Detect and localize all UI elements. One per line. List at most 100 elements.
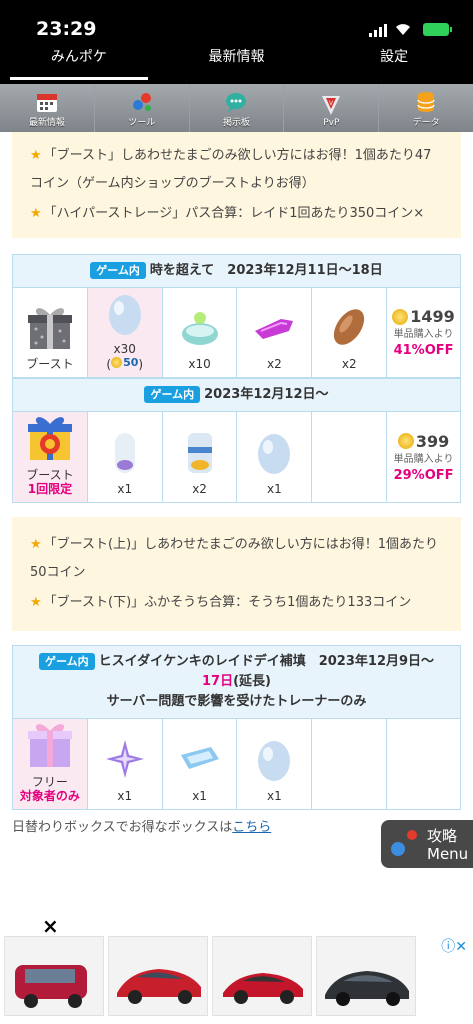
box-header: ゲーム内 2023年12月12日〜 — [13, 378, 460, 412]
in-game-badge: ゲーム内 — [144, 386, 201, 403]
menu-tools[interactable]: ツール — [95, 84, 190, 132]
menu-label: 最新情報 — [28, 118, 65, 128]
ad-car-image[interactable] — [4, 936, 104, 1016]
coin-icon — [397, 433, 414, 449]
box-price: 1499 — [392, 307, 455, 326]
box-header: ゲーム内 ヒスイダイケンキのレイドデイ補填 2023年12月9日〜 17日(延長)… — [13, 646, 460, 719]
tab-settings[interactable]: 設定 — [315, 40, 473, 84]
star-piece-icon — [255, 319, 294, 339]
item-qty: x1 — [267, 482, 282, 496]
price-note: 単品購入より — [393, 453, 454, 465]
box-cell: フリー 対象者のみ — [13, 719, 88, 809]
coin-icon — [392, 308, 409, 325]
item-qty: x2 — [267, 357, 282, 371]
note-line: ★ 「ハイパーストレージ」パス合算：レイド1回あたり350コイン× — [30, 206, 425, 221]
incubator-icon — [114, 433, 135, 473]
here-link[interactable]: こちら — [232, 820, 271, 835]
tab-latest-info[interactable]: 最新情報 — [158, 40, 316, 84]
box-table: ゲーム内 時を超えて 2023年12月11日〜18日 ブースト x30 (50) … — [12, 254, 461, 503]
menu-label: データ — [412, 118, 440, 128]
pvp-shield-icon: V — [322, 96, 341, 115]
item-cell: x10 — [163, 288, 238, 377]
gift-box-icon — [27, 417, 72, 460]
menu-line-2: Menu — [427, 845, 469, 863]
price-cell: 399 単品購入より 29%OFF — [387, 412, 460, 502]
ad-car-image[interactable] — [108, 936, 208, 1016]
info-note: ★ 「ブースト」しあわせたまごのみ欲しい方にはお得！1個あたり47コイン（ゲーム内… — [12, 132, 461, 238]
ad-car-image[interactable] — [212, 936, 312, 1016]
remote-raid-pass-icon — [180, 747, 219, 769]
menu-label: 掲示板 — [222, 118, 250, 128]
tab-minpoke[interactable]: みんポケ — [0, 40, 158, 84]
item-cell: x2 — [237, 288, 313, 377]
clock: 23:29 — [36, 18, 97, 40]
menu-label: PvP — [323, 118, 340, 128]
item-qty: x1 — [117, 789, 133, 803]
box-subtitle: サーバー問題で影響を受けたトレーナーのみ — [106, 694, 367, 709]
star-icon: ★ — [30, 595, 42, 610]
lucky-egg-icon — [108, 294, 141, 335]
item-unit-price: (50) — [106, 355, 144, 372]
ad-banner[interactable]: × ⓘ✕ — [0, 914, 473, 1024]
menu-latest-info[interactable]: 最新情報 — [0, 84, 95, 132]
incense-icon — [181, 312, 218, 345]
ad-info-icon[interactable]: ⓘ✕ — [441, 936, 467, 956]
box-price: 399 — [397, 432, 449, 451]
discount-label: 41%OFF — [393, 343, 454, 358]
item-cell: x2 — [163, 412, 238, 502]
menu-pvp[interactable]: V PvP — [284, 84, 380, 132]
menu-board[interactable]: 掲示板 — [190, 84, 285, 132]
in-game-badge: ゲーム内 — [38, 653, 95, 670]
item-qty: x10 — [188, 357, 211, 371]
star-piece-icon — [105, 740, 144, 778]
super-incubator-icon — [187, 433, 212, 473]
item-cell-empty — [312, 412, 388, 502]
tools-icon — [132, 93, 151, 111]
item-qty: x1 — [192, 789, 207, 803]
item-qty: x2 — [192, 482, 207, 496]
gift-box-icon — [27, 724, 72, 767]
top-nav: みんポケ 最新情報 設定 — [0, 40, 473, 84]
menu-data[interactable]: データ — [379, 84, 473, 132]
menu-bubble-icon — [391, 842, 405, 856]
ad-car-image[interactable] — [316, 936, 416, 1016]
strategy-menu-button[interactable]: 攻略 Menu — [381, 820, 473, 868]
box-name: ブースト — [26, 357, 74, 371]
note-line: ★ 「ブースト(上)」しあわせたまごのみ欲しい方にはお得！1個あたり50コイン — [30, 537, 439, 580]
item-cell: x1 — [88, 412, 163, 502]
battery-icon — [423, 23, 452, 36]
lucky-egg-icon — [258, 434, 291, 474]
close-icon[interactable]: × — [42, 914, 59, 938]
item-qty: x1 — [117, 482, 133, 496]
signal-icon — [369, 24, 387, 37]
menu-line-1: 攻略 — [427, 827, 458, 845]
poffin-icon — [334, 309, 365, 345]
limit-label: 対象者のみ — [19, 789, 80, 803]
chat-bubble-icon — [226, 93, 247, 112]
item-qty: x2 — [341, 357, 357, 371]
price-cell: 1499 単品購入より 41%OFF — [387, 288, 460, 377]
coin-icon — [111, 357, 123, 368]
limit-label: 1回限定 — [27, 482, 73, 496]
box-row: ブースト 1回限定 x1 x2 x1 399 単品購入より 29%OFF — [13, 412, 460, 502]
price-cell-empty — [387, 719, 460, 809]
box-row: ブースト x30 (50) x10 x2 x2 1499 単品購入より 41%O… — [13, 288, 460, 378]
discount-label: 29%OFF — [393, 467, 454, 483]
svg-text:V: V — [329, 101, 333, 107]
lucky-egg-icon — [258, 741, 291, 781]
item-cell: x30 (50) — [87, 288, 163, 377]
item-qty: x30 — [113, 341, 136, 356]
box-header: ゲーム内 時を超えて 2023年12月11日〜18日 — [13, 255, 460, 288]
item-cell: x1 — [237, 412, 313, 502]
item-cell: x1 — [237, 719, 313, 809]
wifi-icon — [396, 24, 410, 35]
database-icon — [417, 92, 435, 112]
gift-box-icon — [27, 308, 72, 349]
main-content[interactable]: ★ 「ブースト」しあわせたまごのみ欲しい方にはお得！1個あたり47コイン（ゲーム内… — [0, 132, 473, 934]
item-cell: x1 — [163, 719, 238, 809]
star-icon: ★ — [30, 206, 42, 221]
item-cell-empty — [312, 719, 388, 809]
item-qty: x1 — [267, 789, 282, 803]
price-note: 単品購入より — [393, 329, 454, 340]
status-bar: 23:29 — [0, 0, 473, 40]
